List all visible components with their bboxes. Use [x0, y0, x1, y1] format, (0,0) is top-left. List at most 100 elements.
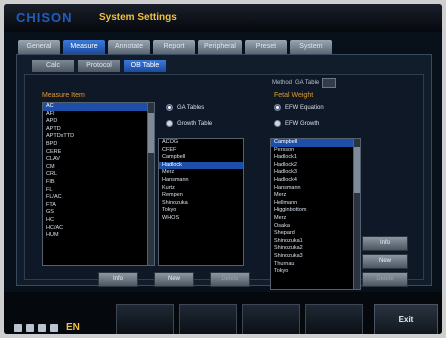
subtab-protocol[interactable]: Protocol	[78, 60, 120, 72]
list-item[interactable]: Hansmann	[159, 177, 243, 185]
method-dropdown-icon[interactable]	[322, 78, 337, 88]
tab-system[interactable]: System	[289, 40, 332, 54]
list-item[interactable]: FL	[43, 187, 147, 195]
radio-selected-icon	[166, 104, 173, 111]
list-item[interactable]: APTD	[43, 126, 147, 134]
list-item[interactable]: Hadlock2	[271, 162, 353, 170]
softkey-3[interactable]	[242, 304, 300, 334]
list-item[interactable]: Persson	[271, 147, 353, 155]
radio-unselected-icon	[274, 120, 281, 127]
radio-efw-growth[interactable]: EFW Growth	[274, 120, 319, 127]
method-value: GA Table	[295, 80, 320, 86]
radio-ga-tables[interactable]: GA Tables	[166, 104, 204, 111]
method-label: Method	[272, 80, 293, 86]
softkey-4[interactable]	[305, 304, 363, 334]
list-item[interactable]: Merz	[271, 215, 353, 223]
efw-scrollbar[interactable]	[353, 138, 361, 290]
list-item[interactable]: HC/AC	[43, 225, 147, 233]
efw-delete-button[interactable]: Delete	[362, 272, 408, 287]
list-item[interactable]: HUM	[43, 232, 147, 240]
list-item[interactable]: ACOG	[159, 139, 243, 147]
brand-logo: CHISON	[16, 10, 73, 25]
measure-item-list[interactable]: AC AFI APD APTD APTDxTTD BPD CERE CLAV C…	[42, 102, 148, 266]
list-item[interactable]: Rempen	[159, 192, 243, 200]
network-icon	[14, 323, 22, 332]
info-button[interactable]: Info	[98, 272, 138, 287]
scrollbar-thumb[interactable]	[354, 147, 360, 193]
scrollbar-thumb[interactable]	[148, 113, 154, 153]
radio-unselected-icon	[166, 120, 173, 127]
list-item[interactable]: CERE	[43, 149, 147, 157]
list-item[interactable]: FTA	[43, 202, 147, 210]
language-indicator: EN	[66, 322, 80, 333]
list-item[interactable]: WHOS	[159, 215, 243, 223]
new-button[interactable]: New	[154, 272, 194, 287]
list-item[interactable]: Tokyo	[271, 268, 353, 276]
list-item[interactable]: Shepard	[271, 230, 353, 238]
list-item[interactable]: AFI	[43, 111, 147, 119]
list-item[interactable]: Merz	[271, 192, 353, 200]
list-item[interactable]: GS	[43, 209, 147, 217]
list-item[interactable]: AC	[43, 103, 147, 111]
radio-label: Growth Table	[177, 120, 213, 127]
status-icons: EN	[14, 322, 80, 333]
list-item[interactable]: APD	[43, 118, 147, 126]
measure-item-scrollbar[interactable]	[147, 102, 155, 266]
list-item[interactable]: Campbell	[159, 154, 243, 162]
tab-annotate[interactable]: Annotate	[108, 40, 150, 54]
subtab-ob-table[interactable]: OB Table	[124, 60, 166, 72]
radio-selected-icon	[274, 104, 281, 111]
measure-item-heading: Measure Item	[42, 92, 85, 99]
radio-label: GA Tables	[177, 104, 205, 111]
list-item[interactable]: Merz	[159, 169, 243, 177]
list-item[interactable]: FL/AC	[43, 194, 147, 202]
radio-label: EFW Equation	[285, 104, 324, 111]
list-item[interactable]: Shinozuka3	[271, 253, 353, 261]
list-item[interactable]: CLAV	[43, 156, 147, 164]
settings-tabs: General Measure Annotate Report Peripher…	[18, 40, 332, 54]
list-item[interactable]: Shinozuka	[159, 200, 243, 208]
tab-general[interactable]: General	[18, 40, 60, 54]
exit-button[interactable]: Exit	[374, 304, 438, 334]
list-item[interactable]: Hadlock	[159, 161, 243, 170]
list-item[interactable]: Thurnau	[271, 261, 353, 269]
list-item[interactable]: Hellmann	[271, 200, 353, 208]
efw-new-button[interactable]: New	[362, 254, 408, 269]
list-item[interactable]: Hansmann	[271, 185, 353, 193]
window-title: System Settings	[99, 12, 177, 23]
subtab-calc[interactable]: Calc	[32, 60, 74, 72]
efw-list[interactable]: Campbell Persson Hadlock1 Hadlock2 Hadlo…	[270, 138, 354, 290]
list-item[interactable]: CM	[43, 164, 147, 172]
tab-peripheral[interactable]: Peripheral	[198, 40, 242, 54]
list-item[interactable]: Hadlock3	[271, 169, 353, 177]
ga-table-list[interactable]: ACOG CFEF Campbell Hadlock Merz Hansmann…	[158, 138, 244, 266]
list-item[interactable]: BPD	[43, 141, 147, 149]
list-item[interactable]: APTDxTTD	[43, 133, 147, 141]
list-item[interactable]: Tokyo	[159, 207, 243, 215]
tab-report[interactable]: Report	[153, 40, 195, 54]
radio-growth-table[interactable]: Growth Table	[166, 120, 212, 127]
printer-icon	[38, 323, 46, 332]
list-item[interactable]: HC	[43, 217, 147, 225]
list-item[interactable]: Shinozuka1	[271, 238, 353, 246]
delete-button[interactable]: Delete	[210, 272, 250, 287]
list-item[interactable]: Hadlock4	[271, 177, 353, 185]
title-bar: CHISON System Settings	[4, 4, 442, 32]
list-item[interactable]: Higginbottom	[271, 207, 353, 215]
list-item[interactable]: CFEF	[159, 147, 243, 155]
list-item[interactable]: Hadlock1	[271, 154, 353, 162]
keyboard-icon	[50, 323, 58, 332]
list-item[interactable]: FIB	[43, 179, 147, 187]
list-item[interactable]: Kurtz	[159, 185, 243, 193]
list-item[interactable]: Osaka	[271, 223, 353, 231]
softkey-1[interactable]	[116, 304, 174, 334]
softkey-2[interactable]	[179, 304, 237, 334]
tab-measure[interactable]: Measure	[63, 40, 105, 54]
method-selector[interactable]: Method GA Table	[272, 78, 337, 88]
list-item[interactable]: Shinozuka2	[271, 245, 353, 253]
efw-info-button[interactable]: Info	[362, 236, 408, 251]
list-item[interactable]: Campbell	[271, 139, 353, 147]
radio-efw-equation[interactable]: EFW Equation	[274, 104, 324, 111]
tab-preset[interactable]: Preset	[244, 40, 287, 54]
list-item[interactable]: CRL	[43, 171, 147, 179]
